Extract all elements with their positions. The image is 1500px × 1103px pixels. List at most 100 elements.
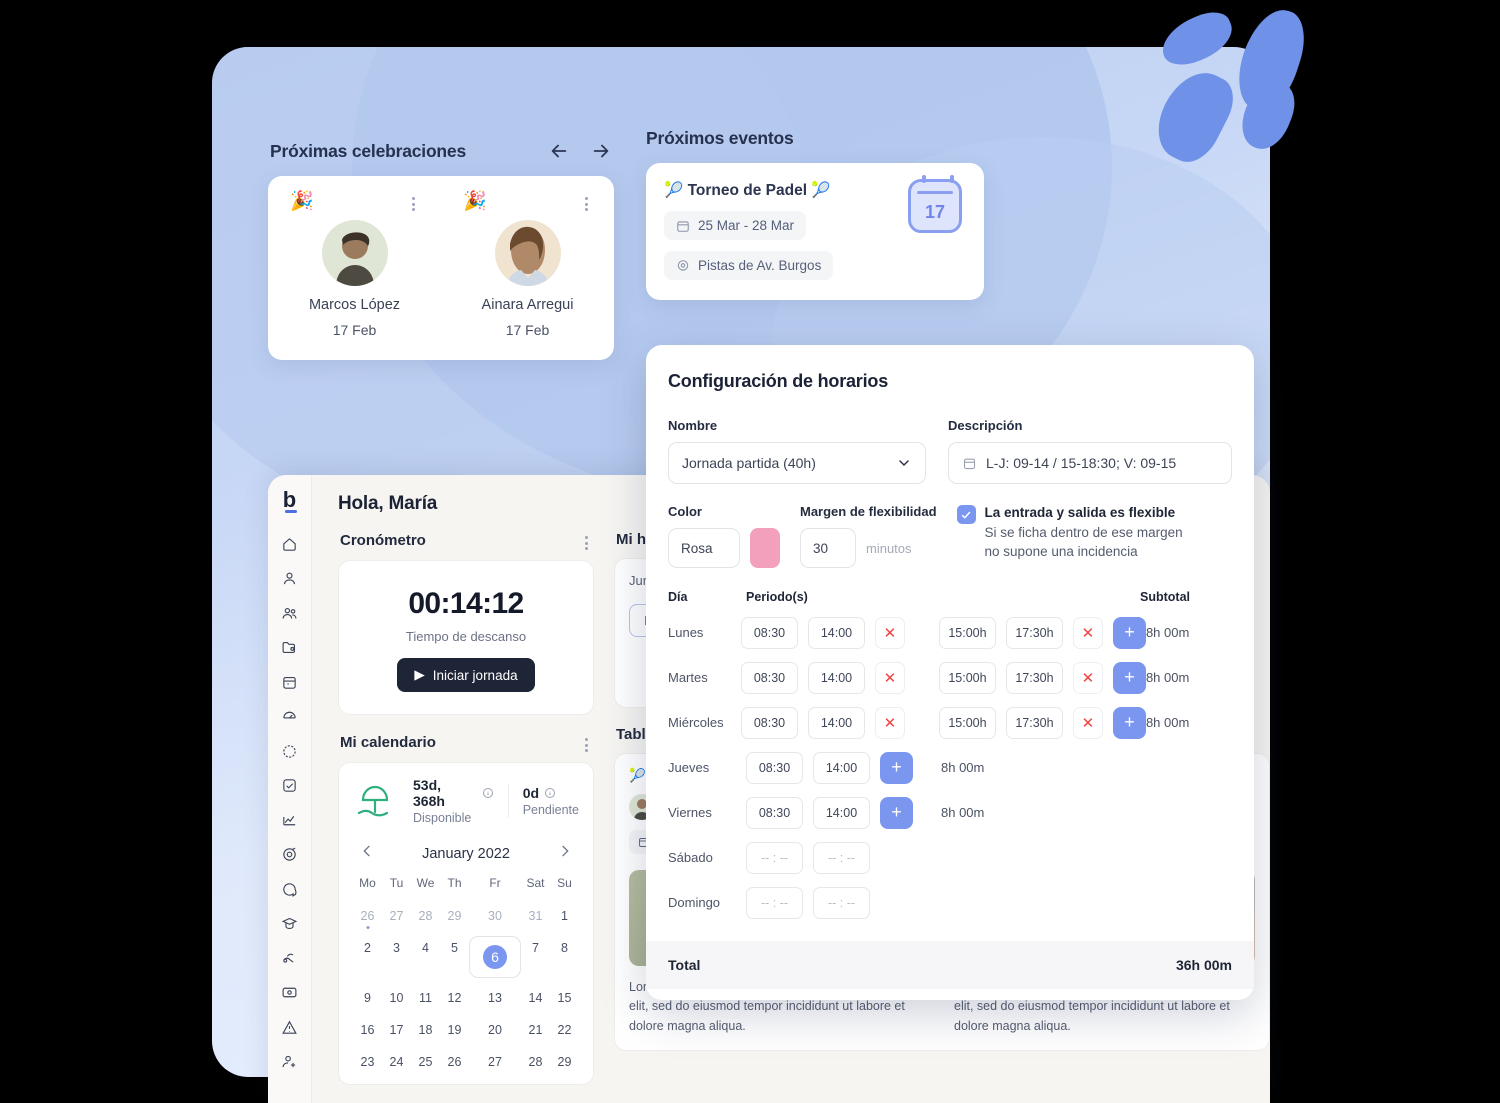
sidebar-item-benefits[interactable]: [273, 941, 307, 975]
chevron-left-icon[interactable]: [359, 843, 375, 864]
period1-start-input[interactable]: -- : --: [746, 886, 803, 919]
calendar-day[interactable]: 2: [353, 936, 382, 960]
more-vertical-icon[interactable]: [585, 733, 588, 752]
calendar-day[interactable]: 7: [521, 936, 550, 960]
calendar-day[interactable]: 15: [550, 986, 579, 1010]
add-period-button[interactable]: +: [880, 796, 913, 829]
period1-end-input[interactable]: 14:00: [813, 796, 870, 829]
calendar-day[interactable]: 10: [382, 986, 411, 1010]
calendar-day[interactable]: 31: [521, 904, 550, 928]
period1-start-input[interactable]: -- : --: [746, 841, 803, 874]
sidebar-item-incidents[interactable]: [273, 1010, 307, 1044]
add-period-button[interactable]: +: [1112, 706, 1146, 739]
remove-period-button[interactable]: ✕: [1072, 661, 1103, 694]
remove-period-button[interactable]: ✕: [874, 661, 905, 694]
period1-start-input[interactable]: 08:30: [746, 796, 803, 829]
calendar-day[interactable]: 12: [440, 986, 469, 1010]
calendar-day[interactable]: 24: [382, 1050, 411, 1074]
calendar-day[interactable]: 6: [469, 936, 521, 978]
calendar-day[interactable]: 20: [469, 1018, 521, 1042]
sidebar-item-calendar[interactable]: [273, 665, 307, 699]
calendar-day[interactable]: 8: [550, 936, 579, 960]
period2-end-input[interactable]: 17:30h: [1005, 661, 1063, 694]
remove-period-button[interactable]: ✕: [1072, 616, 1103, 649]
app-logo[interactable]: b: [283, 489, 298, 513]
sidebar-item-timetracking[interactable]: [273, 700, 307, 734]
period1-start-input[interactable]: 08:30: [740, 616, 798, 649]
calendar-day[interactable]: 27: [469, 1050, 521, 1074]
calendar-day[interactable]: 16: [353, 1018, 382, 1042]
calendar-day[interactable]: 22: [550, 1018, 579, 1042]
sidebar-item-payroll[interactable]: [273, 976, 307, 1010]
name-select[interactable]: Jornada partida (40h): [668, 442, 926, 484]
calendar-day[interactable]: 21: [521, 1018, 550, 1042]
calendar-day[interactable]: 4: [411, 936, 440, 960]
calendar-day[interactable]: 27: [382, 904, 411, 928]
calendar-day[interactable]: 25: [411, 1050, 440, 1074]
arrow-right-icon[interactable]: [590, 140, 612, 162]
remove-period-button[interactable]: ✕: [874, 706, 905, 739]
calendar-day[interactable]: 26: [440, 1050, 469, 1074]
sidebar-item-chat[interactable]: [273, 872, 307, 906]
calendar-day[interactable]: 18: [411, 1018, 440, 1042]
period1-end-input[interactable]: 14:00: [807, 661, 865, 694]
margin-input[interactable]: 30: [800, 528, 856, 568]
celebration-item[interactable]: 🎉 Marcos López 17 Feb: [268, 192, 441, 338]
period2-end-input[interactable]: 17:30h: [1005, 616, 1063, 649]
start-workday-button[interactable]: ▶ Iniciar jornada: [397, 658, 535, 692]
sidebar-item-clock[interactable]: [273, 734, 307, 768]
period2-end-input[interactable]: 17:30h: [1005, 706, 1063, 739]
flexible-checkbox[interactable]: [956, 505, 976, 524]
calendar-day[interactable]: 19: [440, 1018, 469, 1042]
period1-end-input[interactable]: -- : --: [813, 841, 870, 874]
sidebar-item-documents[interactable]: [273, 631, 307, 665]
sidebar-item-add-user[interactable]: [273, 1045, 307, 1079]
period1-end-input[interactable]: 14:00: [813, 751, 870, 784]
calendar-day[interactable]: 28: [521, 1050, 550, 1074]
calendar-day[interactable]: 11: [411, 986, 440, 1010]
arrow-left-icon[interactable]: [548, 140, 570, 162]
sidebar-item-training[interactable]: [273, 907, 307, 941]
more-vertical-icon[interactable]: [585, 531, 588, 550]
color-input[interactable]: Rosa: [668, 528, 740, 568]
sidebar-item-goals[interactable]: [273, 838, 307, 872]
remove-period-button[interactable]: ✕: [1072, 706, 1103, 739]
sidebar-item-home[interactable]: [273, 527, 307, 561]
color-swatch[interactable]: [749, 528, 780, 568]
period2-start-input[interactable]: 15:00h: [938, 616, 996, 649]
more-vertical-icon[interactable]: [585, 192, 588, 211]
period2-start-input[interactable]: 15:00h: [938, 706, 996, 739]
more-vertical-icon[interactable]: [412, 192, 415, 211]
celebration-item[interactable]: 🎉 Ainara Arregui 17 Feb: [441, 192, 614, 338]
calendar-day[interactable]: 13: [469, 986, 521, 1010]
calendar-day[interactable]: 9: [353, 986, 382, 1010]
calendar-day[interactable]: 14: [521, 986, 550, 1010]
period1-start-input[interactable]: 08:30: [740, 706, 798, 739]
calendar-day[interactable]: 1: [550, 904, 579, 928]
period1-end-input[interactable]: 14:00: [807, 616, 865, 649]
description-input[interactable]: L-J: 09-14 / 15-18:30; V: 09-15: [948, 442, 1232, 484]
period1-start-input[interactable]: 08:30: [740, 661, 798, 694]
calendar-day[interactable]: 29: [440, 904, 469, 928]
calendar-day[interactable]: 3: [382, 936, 411, 960]
period2-start-input[interactable]: 15:00h: [938, 661, 996, 694]
calendar-day[interactable]: 17: [382, 1018, 411, 1042]
period1-start-input[interactable]: 08:30: [746, 751, 803, 784]
period1-end-input[interactable]: -- : --: [813, 886, 870, 919]
calendar-day[interactable]: 30: [469, 904, 521, 928]
sidebar-item-reports[interactable]: [273, 803, 307, 837]
add-period-button[interactable]: +: [880, 751, 913, 784]
calendar-day[interactable]: 5: [440, 936, 469, 960]
period1-end-input[interactable]: 14:00: [807, 706, 865, 739]
add-period-button[interactable]: +: [1112, 661, 1146, 694]
sidebar-item-team[interactable]: [273, 596, 307, 630]
calendar-day[interactable]: 26: [353, 904, 382, 929]
calendar-day[interactable]: 29: [550, 1050, 579, 1074]
sidebar-item-tasks[interactable]: [273, 769, 307, 803]
calendar-day[interactable]: 28: [411, 904, 440, 928]
chevron-right-icon[interactable]: [557, 843, 573, 864]
add-period-button[interactable]: +: [1112, 616, 1146, 649]
event-card[interactable]: 🎾 Torneo de Padel 🎾 25 Mar - 28 Mar Pist…: [646, 163, 984, 300]
remove-period-button[interactable]: ✕: [874, 616, 905, 649]
calendar-day[interactable]: 23: [353, 1050, 382, 1074]
